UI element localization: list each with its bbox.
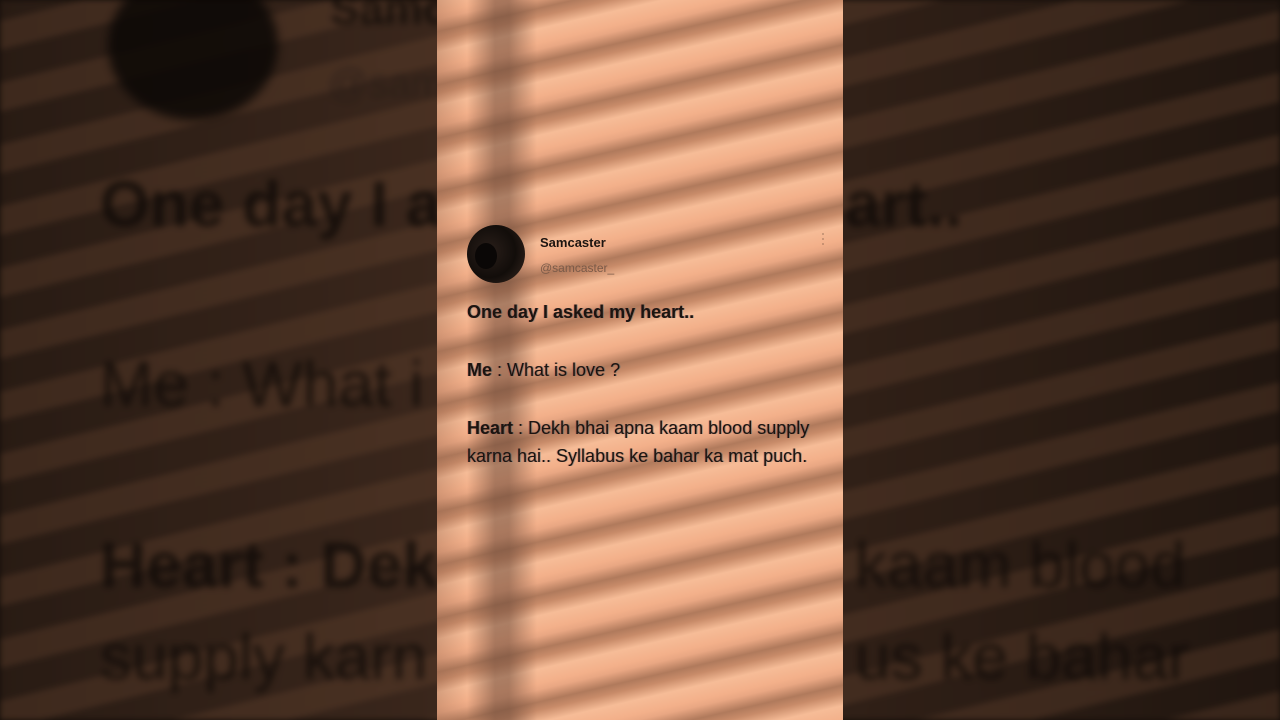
panel-left-edge bbox=[437, 0, 467, 720]
display-name[interactable]: Samcaster bbox=[540, 235, 606, 250]
me-separator: : bbox=[492, 360, 508, 380]
me-text: What is love ? bbox=[507, 360, 621, 380]
video-frame: Samc @samc One day I a art.. Me : What i… bbox=[0, 0, 1280, 720]
speaker-me: Me bbox=[467, 360, 493, 380]
tweet-line-me: Me : What is love ? bbox=[467, 356, 817, 384]
more-options-icon[interactable] bbox=[821, 233, 825, 249]
avatar-silhouette bbox=[475, 243, 497, 269]
heart-separator: : bbox=[513, 418, 529, 438]
speaker-heart: Heart bbox=[467, 418, 514, 438]
tweet-line-1: One day I asked my heart.. bbox=[467, 302, 695, 322]
tweet-panel: Samcaster @samcaster_ One day I asked my… bbox=[437, 0, 843, 720]
tweet-card: Samcaster @samcaster_ One day I asked my… bbox=[467, 225, 824, 466]
tweet-line-heart: Heart : Dekh bhai apna kaam blood supply… bbox=[467, 414, 817, 470]
user-handle[interactable]: @samcaster_ bbox=[540, 261, 614, 275]
tweet-body: One day I asked my heart.. Me : What is … bbox=[467, 298, 817, 470]
avatar[interactable] bbox=[467, 225, 525, 283]
tweet-header: Samcaster @samcaster_ bbox=[467, 225, 824, 285]
